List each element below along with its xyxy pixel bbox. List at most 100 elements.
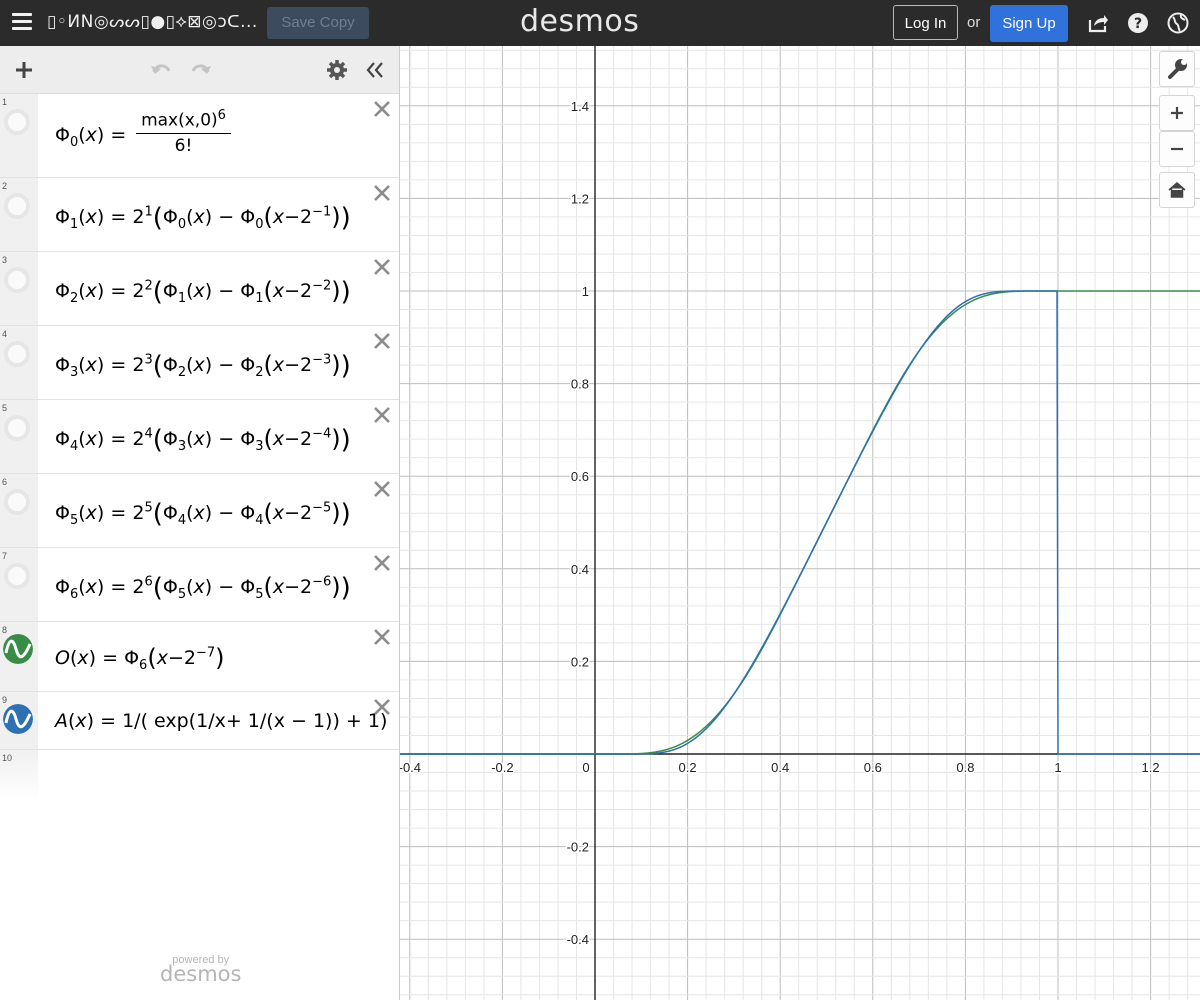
green-graph-toggle-icon[interactable] xyxy=(3,634,33,664)
expression-gutter: 6 xyxy=(0,474,38,547)
expression-row-4[interactable]: 4 Φ3(x) = 23(Φ2(x) − Φ2(x−2−3)) xyxy=(0,326,399,400)
delete-expression-icon[interactable] xyxy=(373,406,391,424)
expression-row-5[interactable]: 5 Φ4(x) = 24(Φ3(x) − Φ3(x−2−4)) xyxy=(0,400,399,474)
graph-title[interactable]: ▯◦ИN◎ᔕᔕ▯●▯⟡⊠◎ↄᑕ... xyxy=(47,12,258,32)
expression-index: 4 xyxy=(2,329,8,339)
expression-math[interactable]: Φ6(x) = 26(Φ5(x) − Φ5(x−2−6)) xyxy=(55,573,351,603)
expression-row-6[interactable]: 6 Φ5(x) = 25(Φ4(x) − Φ4(x−2−5)) xyxy=(0,474,399,548)
delete-expression-icon[interactable] xyxy=(373,258,391,276)
delete-expression-icon[interactable] xyxy=(373,698,391,716)
expression-gutter: 8 xyxy=(0,622,38,691)
hidden-graph-toggle-icon[interactable] xyxy=(4,341,30,367)
expression-gutter: 10 xyxy=(0,750,38,800)
x-tick-label: 0 xyxy=(582,760,589,775)
expression-index: 10 xyxy=(2,753,13,763)
expression-row-9[interactable]: 9 A(x) = 1/( exp(1/x+ 1/(x − 1)) + 1) xyxy=(0,692,399,750)
delete-expression-icon[interactable] xyxy=(373,100,391,118)
graph-settings-button[interactable] xyxy=(1159,51,1195,87)
expression-math[interactable]: O(x) = Φ6(x−2−7) xyxy=(55,644,225,673)
expression-index: 6 xyxy=(2,477,8,487)
hidden-graph-toggle-icon[interactable] xyxy=(4,563,30,589)
powered-by-brand: desmos xyxy=(160,962,242,986)
settings-icon[interactable] xyxy=(325,58,349,82)
help-icon[interactable]: ? xyxy=(1127,12,1149,34)
delete-expression-icon[interactable] xyxy=(373,480,391,498)
delete-expression-icon[interactable] xyxy=(373,332,391,350)
expression-math[interactable]: Φ2(x) = 22(Φ1(x) − Φ1(x−2−2)) xyxy=(55,277,351,307)
expression-math[interactable]: Φ4(x) = 24(Φ3(x) − Φ3(x−2−4)) xyxy=(55,425,351,455)
expression-index: 2 xyxy=(2,181,8,191)
expression-row-3[interactable]: 3 Φ2(x) = 22(Φ1(x) − Φ1(x−2−2)) xyxy=(0,252,399,326)
svg-text:?: ? xyxy=(1134,16,1142,32)
expression-toolbar xyxy=(0,46,399,94)
expression-index: 7 xyxy=(2,551,8,561)
denominator: 6! xyxy=(174,135,193,156)
expression-index: 5 xyxy=(2,403,8,413)
blue-graph-toggle-icon[interactable] xyxy=(3,704,33,734)
expression-index: 8 xyxy=(2,625,8,635)
expression-list: 1 Φ0(x) = max(x,0)6 6! 2 Φ1(x) = 21(Φ0(x… xyxy=(0,94,399,800)
expression-row-1[interactable]: 1 Φ0(x) = max(x,0)6 6! xyxy=(0,94,399,178)
add-icon[interactable] xyxy=(12,58,36,82)
login-button[interactable]: Log In xyxy=(893,5,958,40)
expression-gutter: 7 xyxy=(0,548,38,621)
hidden-graph-toggle-icon[interactable] xyxy=(4,267,30,293)
delete-expression-icon[interactable] xyxy=(373,184,391,202)
y-tick-label: 0.6 xyxy=(571,469,589,484)
expression-gutter: 5 xyxy=(0,400,38,473)
hamburger-icon[interactable] xyxy=(12,13,32,31)
x-tick-label: 0.4 xyxy=(771,760,789,775)
expression-math[interactable]: Φ5(x) = 25(Φ4(x) − Φ4(x−2−5)) xyxy=(55,499,351,529)
y-tick-label: 0.4 xyxy=(571,562,589,577)
curve-A xyxy=(400,290,1200,755)
signup-button[interactable]: Sign Up xyxy=(990,5,1068,42)
y-tick-label: 1.4 xyxy=(571,99,589,114)
collapse-icon[interactable] xyxy=(363,58,387,82)
share-icon[interactable] xyxy=(1087,12,1109,34)
expression-index: 9 xyxy=(2,695,8,705)
globe-icon[interactable] xyxy=(1167,12,1189,34)
save-copy-button[interactable]: Save Copy xyxy=(267,7,369,39)
expression-index: 1 xyxy=(2,97,8,107)
or-label: or xyxy=(967,14,981,31)
y-tick-label: -0.2 xyxy=(567,840,589,855)
powered-by-desmos[interactable]: powered by desmos xyxy=(160,954,241,986)
graph-svg[interactable]: -0.4 -0.2 0 0.2 0.4 0.6 0.8 1 1.2 1.4 1.2 1 0.8 0.6 0.… xyxy=(400,46,1200,1000)
x-tick-label: 0.8 xyxy=(956,760,974,775)
hidden-graph-toggle-icon[interactable] xyxy=(4,489,30,515)
expression-row-8[interactable]: 8 O(x) = Φ6(x−2−7) xyxy=(0,622,399,692)
hidden-graph-toggle-icon[interactable] xyxy=(4,193,30,219)
expression-row-10[interactable]: 10 xyxy=(0,750,399,800)
delete-expression-icon[interactable] xyxy=(373,554,391,572)
top-bar: ▯◦ИN◎ᔕᔕ▯●▯⟡⊠◎ↄᑕ... Save Copy desmos Log … xyxy=(0,0,1200,46)
phi-symbol: Φ xyxy=(55,124,70,146)
x-tick-label: 1 xyxy=(1054,760,1061,775)
expression-math[interactable]: A(x) = 1/( exp(1/x+ 1/(x − 1)) + 1) xyxy=(55,710,387,732)
expression-row-2[interactable]: 2 Φ1(x) = 21(Φ0(x) − Φ0(x−2−1)) xyxy=(0,178,399,252)
expression-index: 3 xyxy=(2,255,8,265)
numerator-max: max(x,0) xyxy=(141,110,218,131)
x-tick-label: -0.4 xyxy=(400,760,421,775)
zoom-in-button[interactable] xyxy=(1159,95,1195,131)
wrench-icon xyxy=(1168,59,1187,79)
zoom-out-button[interactable] xyxy=(1159,131,1195,167)
home-icon xyxy=(1168,182,1186,198)
delete-expression-icon[interactable] xyxy=(373,628,391,646)
equals-sign: = xyxy=(110,124,127,146)
undo-icon[interactable] xyxy=(149,58,173,82)
var-x: x xyxy=(85,124,97,146)
expression-math[interactable]: Φ3(x) = 23(Φ2(x) − Φ2(x−2−3)) xyxy=(55,351,351,381)
expression-math[interactable]: Φ1(x) = 21(Φ0(x) − Φ0(x−2−1)) xyxy=(55,203,351,233)
default-viewport-button[interactable] xyxy=(1159,172,1195,208)
x-tick-label: 1.2 xyxy=(1142,760,1160,775)
zoom-in-icon xyxy=(1171,107,1183,119)
hidden-graph-toggle-icon[interactable] xyxy=(4,415,30,441)
expression-gutter: 3 xyxy=(0,252,38,325)
expression-row-7[interactable]: 7 Φ6(x) = 26(Φ5(x) − Φ5(x−2−6)) xyxy=(0,548,399,622)
expression-gutter: 1 xyxy=(0,94,38,177)
redo-icon[interactable] xyxy=(189,58,213,82)
curve-O xyxy=(400,290,1200,755)
hidden-graph-toggle-icon[interactable] xyxy=(4,109,30,135)
graph-canvas[interactable]: -0.4 -0.2 0 0.2 0.4 0.6 0.8 1 1.2 1.4 1.2 1 0.8 0.6 0.… xyxy=(400,46,1200,1000)
y-tick-label: 1 xyxy=(582,284,589,299)
